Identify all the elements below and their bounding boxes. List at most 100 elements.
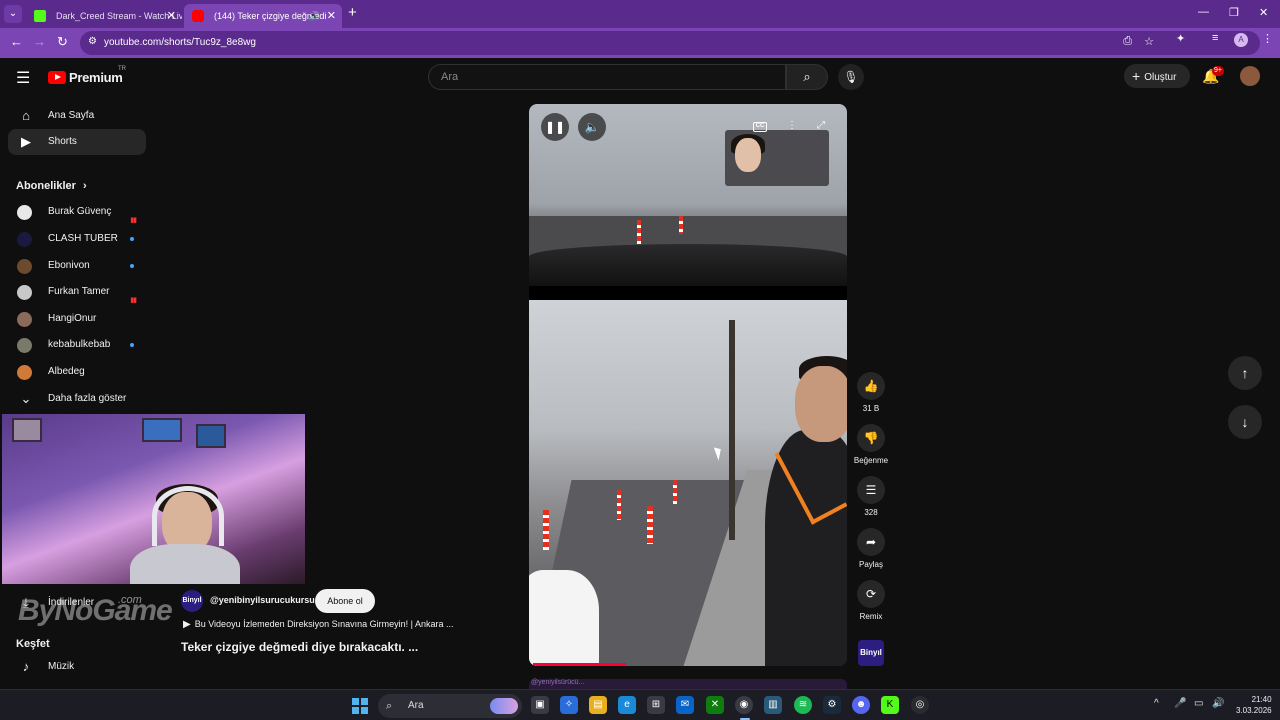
sidebar-item-music[interactable]: ♪ Müzik xyxy=(8,654,146,680)
sidebar-item-subscription[interactable]: kebabulkebab xyxy=(8,332,146,358)
playback-progress-bar[interactable] xyxy=(533,663,626,666)
channel-name: CLASH TUBER xyxy=(48,233,118,244)
next-short-button[interactable]: ↓ xyxy=(1228,405,1262,439)
channel-handle[interactable]: @yenibinyilsurucukursu xyxy=(210,595,315,605)
store-icon[interactable]: ⊞ xyxy=(647,696,665,714)
minimize-icon[interactable]: — xyxy=(1198,6,1209,18)
channel-name: HangiOnur xyxy=(48,313,97,324)
sidebar-item-subscription[interactable]: HangiOnur xyxy=(8,306,146,332)
speaker-icon[interactable]: 🔊 xyxy=(309,4,320,28)
xbox-icon[interactable]: ✕ xyxy=(706,696,724,714)
create-button[interactable]: + Oluştur xyxy=(1124,64,1190,88)
media-control-icon[interactable]: ≡ xyxy=(1212,32,1218,44)
discord-icon[interactable]: ☻ xyxy=(852,696,870,714)
tree xyxy=(729,320,735,540)
spotify-icon[interactable]: ≋ xyxy=(794,696,812,714)
restore-icon[interactable]: ❐ xyxy=(1229,6,1239,19)
youtube-premium-logo[interactable]: Premium xyxy=(48,68,123,86)
previous-short-button[interactable]: ↑ xyxy=(1228,356,1262,390)
close-tab-icon[interactable]: ✕ xyxy=(167,4,176,28)
car-dashboard xyxy=(529,244,847,286)
network-icon[interactable]: ▭ xyxy=(1194,698,1203,709)
close-window-icon[interactable]: ✕ xyxy=(1259,6,1268,19)
youtube-header: ☰ Premium TR ⌕ 🎙 +Oluştur 🔔 9+ xyxy=(0,58,1280,96)
obs-icon[interactable]: ◎ xyxy=(911,696,929,714)
sidebar-item-subscription[interactable]: CLASH TUBER xyxy=(8,226,146,252)
install-app-icon[interactable]: ⎙ xyxy=(1123,35,1132,48)
dislike-button[interactable]: 👎 Beğenme xyxy=(851,424,891,465)
copilot-icon[interactable]: ✧ xyxy=(560,696,578,714)
related-video-link[interactable]: ▶ Bu Videoyu İzlemeden Direksiyon Sınavın… xyxy=(183,619,454,630)
comments-button[interactable]: ☰ 328 xyxy=(851,476,891,517)
microphone-tray-icon[interactable]: 🎤 xyxy=(1174,698,1186,709)
avatar xyxy=(17,232,32,247)
forward-icon[interactable]: → xyxy=(33,34,46,49)
steam-icon[interactable]: ⚙ xyxy=(823,696,841,714)
arrow-down-icon: ↓ xyxy=(1241,414,1249,430)
chrome-icon[interactable]: ◉ xyxy=(735,696,753,714)
video-frame-bottom xyxy=(529,300,847,666)
sidebar-item-subscription[interactable]: Burak Güvenç ▮▮ xyxy=(8,199,146,225)
photos-icon[interactable]: ▥ xyxy=(764,696,782,714)
sidebar-item-home[interactable]: ⌂ Ana Sayfa xyxy=(8,103,146,129)
profile-avatar[interactable]: A xyxy=(1234,33,1248,47)
new-tab-button[interactable]: + xyxy=(348,4,357,21)
fullscreen-icon[interactable]: ⤢ xyxy=(817,120,825,131)
kick-icon[interactable]: K xyxy=(881,696,899,714)
windows-taskbar: ⌕ Ara ▣ ✧ ▤ e ⊞ ✉ ✕ ◉ ▥ ≋ ⚙ ☻ K ◎ ^ 🎤 ▭ … xyxy=(0,689,1280,720)
close-tab-icon[interactable]: ✕ xyxy=(327,4,336,28)
browser-menu-icon[interactable]: ⋮ xyxy=(1262,32,1273,45)
wall-poster xyxy=(12,418,42,442)
site-info-icon[interactable]: ⚙ xyxy=(88,36,97,47)
back-icon[interactable]: ← xyxy=(10,34,23,49)
more-options-icon[interactable]: ⋮ xyxy=(787,120,797,131)
mail-icon[interactable]: ✉ xyxy=(676,696,694,714)
short-title[interactable]: Teker çizgiye değmedi diye bırakacaktı. … xyxy=(181,640,418,654)
search-box xyxy=(428,64,786,90)
hamburger-menu-icon[interactable]: ☰ xyxy=(16,68,30,88)
like-count: 31 B xyxy=(862,404,880,413)
related-video-title: Bu Videoyu İzlemeden Direksiyon Sınavına… xyxy=(194,619,454,629)
system-clock[interactable]: 21:40 3.03.2026 xyxy=(1236,694,1272,716)
mute-button[interactable]: 🔈 xyxy=(578,113,606,141)
sidebar-item-shorts[interactable]: ▶ Shorts xyxy=(8,129,146,155)
chevron-right-icon: › xyxy=(82,180,87,192)
remix-button[interactable]: ⟳ Remix xyxy=(851,580,891,621)
channel-thumbnail[interactable]: Binyıl xyxy=(858,640,884,666)
pause-button[interactable]: ❚❚ xyxy=(541,113,569,141)
sidebar-item-subscription[interactable]: Furkan Tamer ▮▮ xyxy=(8,279,146,305)
tab-search-button[interactable]: ⌄ xyxy=(4,5,22,23)
omnibox[interactable]: ⚙ youtube.com/shorts/Tuc9z_8e8wg ⎙ ☆ xyxy=(80,31,1260,55)
bookmark-star-icon[interactable]: ☆ xyxy=(1144,35,1154,48)
voice-search-button[interactable]: 🎙 xyxy=(838,64,864,90)
volume-tray-icon[interactable]: 🔊 xyxy=(1212,698,1224,709)
tray-overflow-icon[interactable]: ^ xyxy=(1154,698,1159,709)
file-explorer-icon[interactable]: ▤ xyxy=(589,696,607,714)
new-content-dot xyxy=(130,264,134,268)
home-icon: ⌂ xyxy=(22,108,30,123)
show-more-button[interactable]: ⌄ Daha fazla göster xyxy=(8,386,146,412)
edge-icon[interactable]: e xyxy=(618,696,636,714)
shorts-video-player[interactable]: ❚❚ 🔈 CC ⋮ ⤢ xyxy=(529,104,847,666)
subscriptions-heading[interactable]: Abonelikler › xyxy=(16,180,87,192)
remix-label: Remix xyxy=(859,612,883,621)
share-button[interactable]: ➦ Paylaş xyxy=(851,528,891,569)
like-button[interactable]: 👍 31 B xyxy=(851,372,891,413)
browser-tab-kick[interactable]: Dark_Creed Stream - Watch Liv ✕ xyxy=(26,4,182,28)
windows-start-icon[interactable] xyxy=(352,698,368,714)
reload-icon[interactable]: ↻ xyxy=(57,34,68,50)
search-button[interactable]: ⌕ xyxy=(786,64,828,90)
url-text[interactable]: youtube.com/shorts/Tuc9z_8e8wg xyxy=(104,31,256,55)
sidebar-item-subscription[interactable]: Albedeg xyxy=(8,359,146,385)
account-avatar[interactable] xyxy=(1240,66,1260,86)
tab-title: Dark_Creed Stream - Watch Liv xyxy=(56,11,182,21)
search-input[interactable] xyxy=(429,65,785,89)
sidebar-item-subscription[interactable]: Ebonivon xyxy=(8,253,146,279)
task-view-icon[interactable]: ▣ xyxy=(531,696,549,714)
channel-avatar[interactable]: Binyıl xyxy=(181,590,203,612)
taskbar-search[interactable]: ⌕ Ara xyxy=(378,694,522,718)
browser-tab-youtube[interactable]: (144) Teker çizgiye değmedi 🔊 ✕ xyxy=(184,4,342,28)
extensions-icon[interactable]: ✦ xyxy=(1176,32,1185,45)
captions-icon[interactable]: CC xyxy=(753,122,767,132)
subscribe-button[interactable]: Abone ol xyxy=(315,589,375,613)
